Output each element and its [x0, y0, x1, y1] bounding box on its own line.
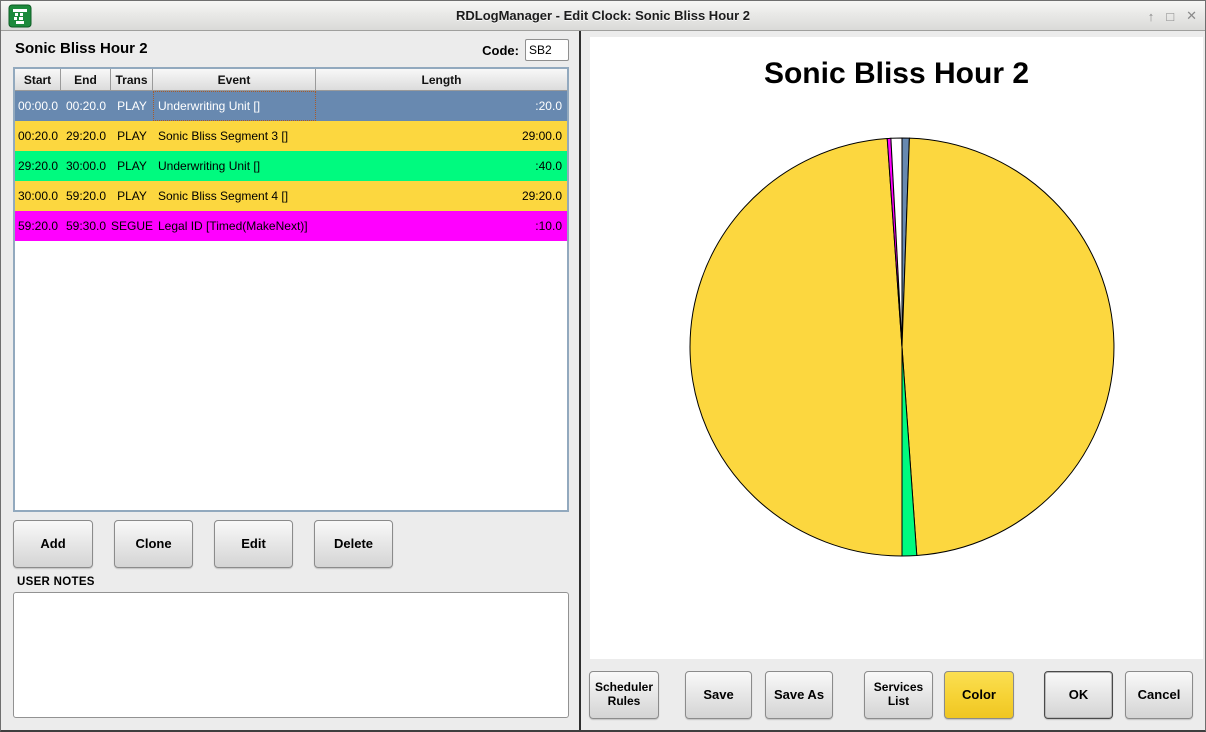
table-row[interactable]: 29:20.030:00.0PLAYUnderwriting Unit []:4… [15, 151, 567, 181]
cancel-button[interactable]: Cancel [1125, 671, 1193, 719]
table-row[interactable]: 00:00.000:20.0PLAYUnderwriting Unit []:2… [15, 91, 567, 121]
pie-slice [902, 138, 1114, 555]
table-cell: Underwriting Unit [] [153, 91, 316, 121]
color-button[interactable]: Color [944, 671, 1014, 719]
table-cell: Sonic Bliss Segment 4 [] [153, 189, 316, 203]
table-cell: 59:30.0 [61, 219, 111, 233]
table-header: Start End Trans Event Length [15, 69, 567, 91]
table-row[interactable]: 30:00.059:20.0PLAYSonic Bliss Segment 4 … [15, 181, 567, 211]
clock-event-table[interactable]: Start End Trans Event Length 00:00.000:2… [13, 67, 569, 512]
rivendell-logo-icon [8, 4, 32, 28]
code-input[interactable] [525, 39, 569, 61]
table-cell: Underwriting Unit [] [153, 159, 316, 173]
table-cell: 29:00.0 [316, 129, 567, 143]
table-cell: :40.0 [316, 159, 567, 173]
table-cell: 30:00.0 [61, 159, 111, 173]
save-button[interactable]: Save [685, 671, 752, 719]
titlebar: RDLogManager - Edit Clock: Sonic Bliss H… [1, 1, 1205, 31]
table-row[interactable]: 59:20.059:30.0SEGUELegal ID [Timed(MakeN… [15, 211, 567, 241]
table-cell: SEGUE [111, 219, 153, 233]
shade-window-icon[interactable]: ↑ [1148, 9, 1155, 24]
ok-button[interactable]: OK [1044, 671, 1113, 719]
user-notes-textarea[interactable] [13, 592, 569, 718]
table-cell: 00:20.0 [61, 99, 111, 113]
table-cell: :20.0 [316, 99, 567, 113]
table-cell: 29:20.0 [61, 129, 111, 143]
table-cell: 00:20.0 [15, 129, 61, 143]
table-cell: 30:00.0 [15, 189, 61, 203]
clock-pie-panel: Sonic Bliss Hour 2 [590, 37, 1203, 659]
edit-button[interactable]: Edit [214, 520, 293, 568]
delete-button[interactable]: Delete [314, 520, 393, 568]
pie-slice [690, 139, 902, 556]
services-list-button[interactable]: Services List [864, 671, 933, 719]
column-header-start: Start [15, 69, 61, 90]
table-cell: :10.0 [316, 219, 567, 233]
window-title: RDLogManager - Edit Clock: Sonic Bliss H… [1, 8, 1205, 23]
clock-table-body: 00:00.000:20.0PLAYUnderwriting Unit []:2… [15, 91, 567, 241]
code-label: Code: [453, 43, 519, 58]
save-as-button[interactable]: Save As [765, 671, 833, 719]
table-cell: PLAY [111, 99, 153, 113]
table-cell: PLAY [111, 189, 153, 203]
table-cell: Sonic Bliss Segment 3 [] [153, 129, 316, 143]
table-cell: 29:20.0 [15, 159, 61, 173]
column-header-trans: Trans [111, 69, 153, 90]
add-button[interactable]: Add [13, 520, 93, 568]
scheduler-rules-button[interactable]: Scheduler Rules [589, 671, 659, 719]
panel-divider [579, 31, 581, 730]
column-header-end: End [61, 69, 111, 90]
clock-pie-chart [590, 37, 1203, 659]
table-cell: PLAY [111, 159, 153, 173]
table-row[interactable]: 00:20.029:20.0PLAYSonic Bliss Segment 3 … [15, 121, 567, 151]
clone-button[interactable]: Clone [114, 520, 193, 568]
table-cell: 59:20.0 [61, 189, 111, 203]
table-cell: PLAY [111, 129, 153, 143]
table-cell: 00:00.0 [15, 99, 61, 113]
column-header-length: Length [316, 69, 567, 90]
table-cell: 29:20.0 [316, 189, 567, 203]
user-notes-label: USER NOTES [17, 576, 95, 588]
clock-name-heading: Sonic Bliss Hour 2 [15, 40, 148, 57]
table-cell: 59:20.0 [15, 219, 61, 233]
close-window-icon[interactable]: ✕ [1186, 8, 1197, 24]
edit-clock-window: RDLogManager - Edit Clock: Sonic Bliss H… [0, 0, 1206, 732]
table-cell: Legal ID [Timed(MakeNext)] [153, 219, 316, 233]
maximize-window-icon[interactable]: □ [1166, 9, 1174, 24]
column-header-event: Event [153, 69, 316, 90]
